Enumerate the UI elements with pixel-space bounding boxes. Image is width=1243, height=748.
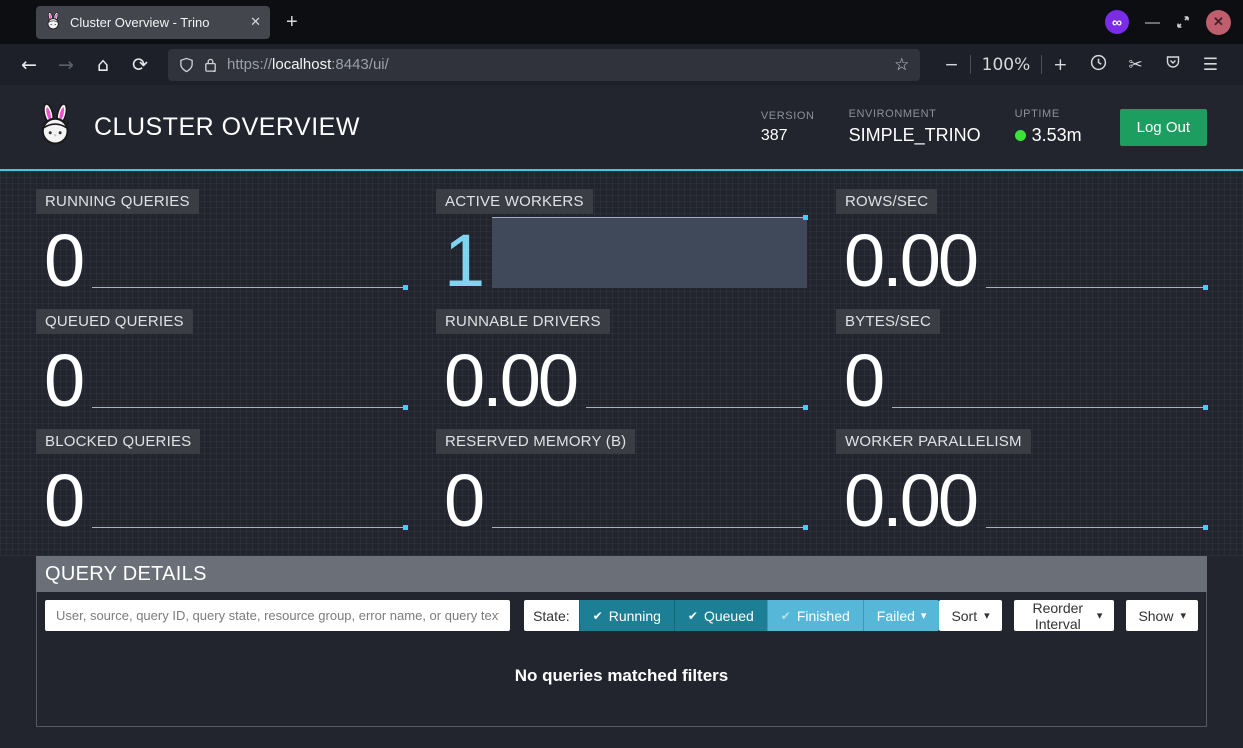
reload-button[interactable]: ⟳ xyxy=(125,54,155,76)
sparkline xyxy=(92,286,407,288)
check-icon: ✔ xyxy=(781,609,791,623)
environment-stat: ENVIRONMENT SIMPLE_TRINO xyxy=(849,108,981,146)
uptime-status-dot xyxy=(1015,130,1026,141)
private-browsing-icon: ∞ xyxy=(1105,10,1129,34)
tile-value: 0.00 xyxy=(444,342,576,420)
new-tab-button[interactable]: + xyxy=(286,11,298,34)
trino-logo-icon xyxy=(36,103,76,151)
tile-label: ROWS/SEC xyxy=(836,189,937,214)
tab-title: Cluster Overview - Trino xyxy=(70,15,242,30)
tracking-protection-icon[interactable] xyxy=(179,57,194,73)
state-filter-failed-dropdown[interactable]: Failed ▾ xyxy=(863,600,940,631)
tile-value: 0.00 xyxy=(844,462,976,540)
browser-tab[interactable]: Cluster Overview - Trino ✕ xyxy=(36,6,270,39)
caret-down-icon: ▾ xyxy=(1180,609,1186,622)
query-filter-toolbar: State: ✔ Running ✔ Queued ✔ Finished Fai… xyxy=(37,592,1206,639)
query-details-title: QUERY DETAILS xyxy=(36,556,1207,592)
sparkline xyxy=(92,406,407,408)
sparkline xyxy=(986,286,1207,288)
logout-button[interactable]: Log Out xyxy=(1120,109,1207,146)
check-icon: ✔ xyxy=(593,609,603,623)
reorder-interval-dropdown[interactable]: Reorder Interval ▾ xyxy=(1014,600,1115,631)
sparkline xyxy=(892,406,1207,408)
window-restore-button[interactable] xyxy=(1176,15,1190,29)
zoom-level[interactable]: 100% xyxy=(971,55,1042,75)
tile-label: ACTIVE WORKERS xyxy=(436,189,593,214)
menu-icon[interactable]: ☰ xyxy=(1192,55,1229,75)
caret-down-icon: ▾ xyxy=(921,609,927,622)
state-filter-group: State: ✔ Running ✔ Queued ✔ Finished Fai… xyxy=(524,600,939,631)
sparkline xyxy=(586,406,807,408)
tile-label: BLOCKED QUERIES xyxy=(36,429,200,454)
sparkline xyxy=(986,526,1207,528)
version-stat: VERSION 387 xyxy=(761,110,815,145)
tile-running-queries: RUNNING QUERIES 0 xyxy=(36,189,407,300)
uptime-stat: UPTIME 3.53m xyxy=(1015,108,1082,146)
url-bar[interactable]: https://localhost:8443/ui/ ☆ xyxy=(168,49,920,81)
empty-queries-message: No queries matched filters xyxy=(37,639,1206,726)
screenshot-icon[interactable]: ✂ xyxy=(1118,55,1154,75)
forward-button[interactable]: → xyxy=(51,54,81,76)
tile-label: QUEUED QUERIES xyxy=(36,309,193,334)
connection-security-icon[interactable] xyxy=(203,57,218,73)
version-label: VERSION xyxy=(761,110,815,122)
tile-worker-parallelism: WORKER PARALLELISM 0.00 xyxy=(836,429,1207,540)
tile-reserved-memory: RESERVED MEMORY (B) 0 xyxy=(436,429,807,540)
show-dropdown[interactable]: Show ▾ xyxy=(1126,600,1198,631)
check-icon: ✔ xyxy=(688,609,698,623)
tile-rows-sec: ROWS/SEC 0.00 xyxy=(836,189,1207,300)
home-button[interactable]: ⌂ xyxy=(88,54,118,76)
tile-value: 0 xyxy=(44,342,82,420)
caret-down-icon: ▾ xyxy=(1097,609,1103,622)
environment-label: ENVIRONMENT xyxy=(849,108,981,120)
browser-tab-bar: Cluster Overview - Trino ✕ + ∞ — ✕ xyxy=(0,0,1243,44)
state-filter-queued[interactable]: ✔ Queued xyxy=(674,600,767,631)
browser-navbar: ← → ⌂ ⟳ https://localhost:8443/ui/ ☆ − 1… xyxy=(0,44,1243,85)
cluster-stats-grid: RUNNING QUERIES 0 ACTIVE WORKERS 1 ROWS/… xyxy=(0,171,1243,556)
tile-label: RESERVED MEMORY (B) xyxy=(436,429,635,454)
tile-label: WORKER PARALLELISM xyxy=(836,429,1031,454)
tile-active-workers: ACTIVE WORKERS 1 xyxy=(436,189,807,300)
uptime-label: UPTIME xyxy=(1015,108,1082,120)
back-button[interactable]: ← xyxy=(14,54,44,76)
trino-favicon-icon xyxy=(45,12,62,33)
window-minimize-button[interactable]: — xyxy=(1145,14,1160,31)
tile-queued-queries: QUEUED QUERIES 0 xyxy=(36,309,407,420)
state-filter-finished[interactable]: ✔ Finished xyxy=(767,600,863,631)
tile-runnable-drivers: RUNNABLE DRIVERS 0.00 xyxy=(436,309,807,420)
pocket-icon[interactable] xyxy=(1154,54,1192,75)
tile-blocked-queries: BLOCKED QUERIES 0 xyxy=(36,429,407,540)
tab-close-icon[interactable]: ✕ xyxy=(250,14,261,30)
tile-value: 0.00 xyxy=(844,222,976,300)
tile-value: 0 xyxy=(44,222,82,300)
tile-label: RUNNABLE DRIVERS xyxy=(436,309,610,334)
tile-label: RUNNING QUERIES xyxy=(36,189,199,214)
bookmark-star-icon[interactable]: ☆ xyxy=(894,55,909,75)
page-title: CLUSTER OVERVIEW xyxy=(94,113,360,142)
window-close-button[interactable]: ✕ xyxy=(1206,10,1231,35)
tile-value: 0 xyxy=(844,342,882,420)
sort-dropdown[interactable]: Sort ▾ xyxy=(939,600,1001,631)
tile-bytes-sec: BYTES/SEC 0 xyxy=(836,309,1207,420)
site-header: CLUSTER OVERVIEW VERSION 387 ENVIRONMENT… xyxy=(0,85,1243,171)
tile-value: 1 xyxy=(444,222,482,300)
query-search-input[interactable] xyxy=(45,600,510,631)
zoom-in-button[interactable]: + xyxy=(1042,55,1078,75)
state-filter-running[interactable]: ✔ Running xyxy=(579,600,674,631)
tile-value: 0 xyxy=(44,462,82,540)
version-value: 387 xyxy=(761,127,815,145)
uptime-value: 3.53m xyxy=(1032,125,1082,146)
sparkline xyxy=(92,526,407,528)
url-text: https://localhost:8443/ui/ xyxy=(227,56,389,73)
zoom-out-button[interactable]: − xyxy=(933,55,969,75)
tile-label: BYTES/SEC xyxy=(836,309,940,334)
tile-value: 0 xyxy=(444,462,482,540)
state-filter-label: State: xyxy=(524,600,579,631)
sparkline-filled xyxy=(492,217,807,288)
query-details-section: QUERY DETAILS State: ✔ Running ✔ Queued … xyxy=(36,556,1207,727)
caret-down-icon: ▾ xyxy=(984,609,990,622)
sparkline xyxy=(492,526,807,528)
environment-value: SIMPLE_TRINO xyxy=(849,125,981,146)
history-icon[interactable] xyxy=(1079,54,1118,76)
